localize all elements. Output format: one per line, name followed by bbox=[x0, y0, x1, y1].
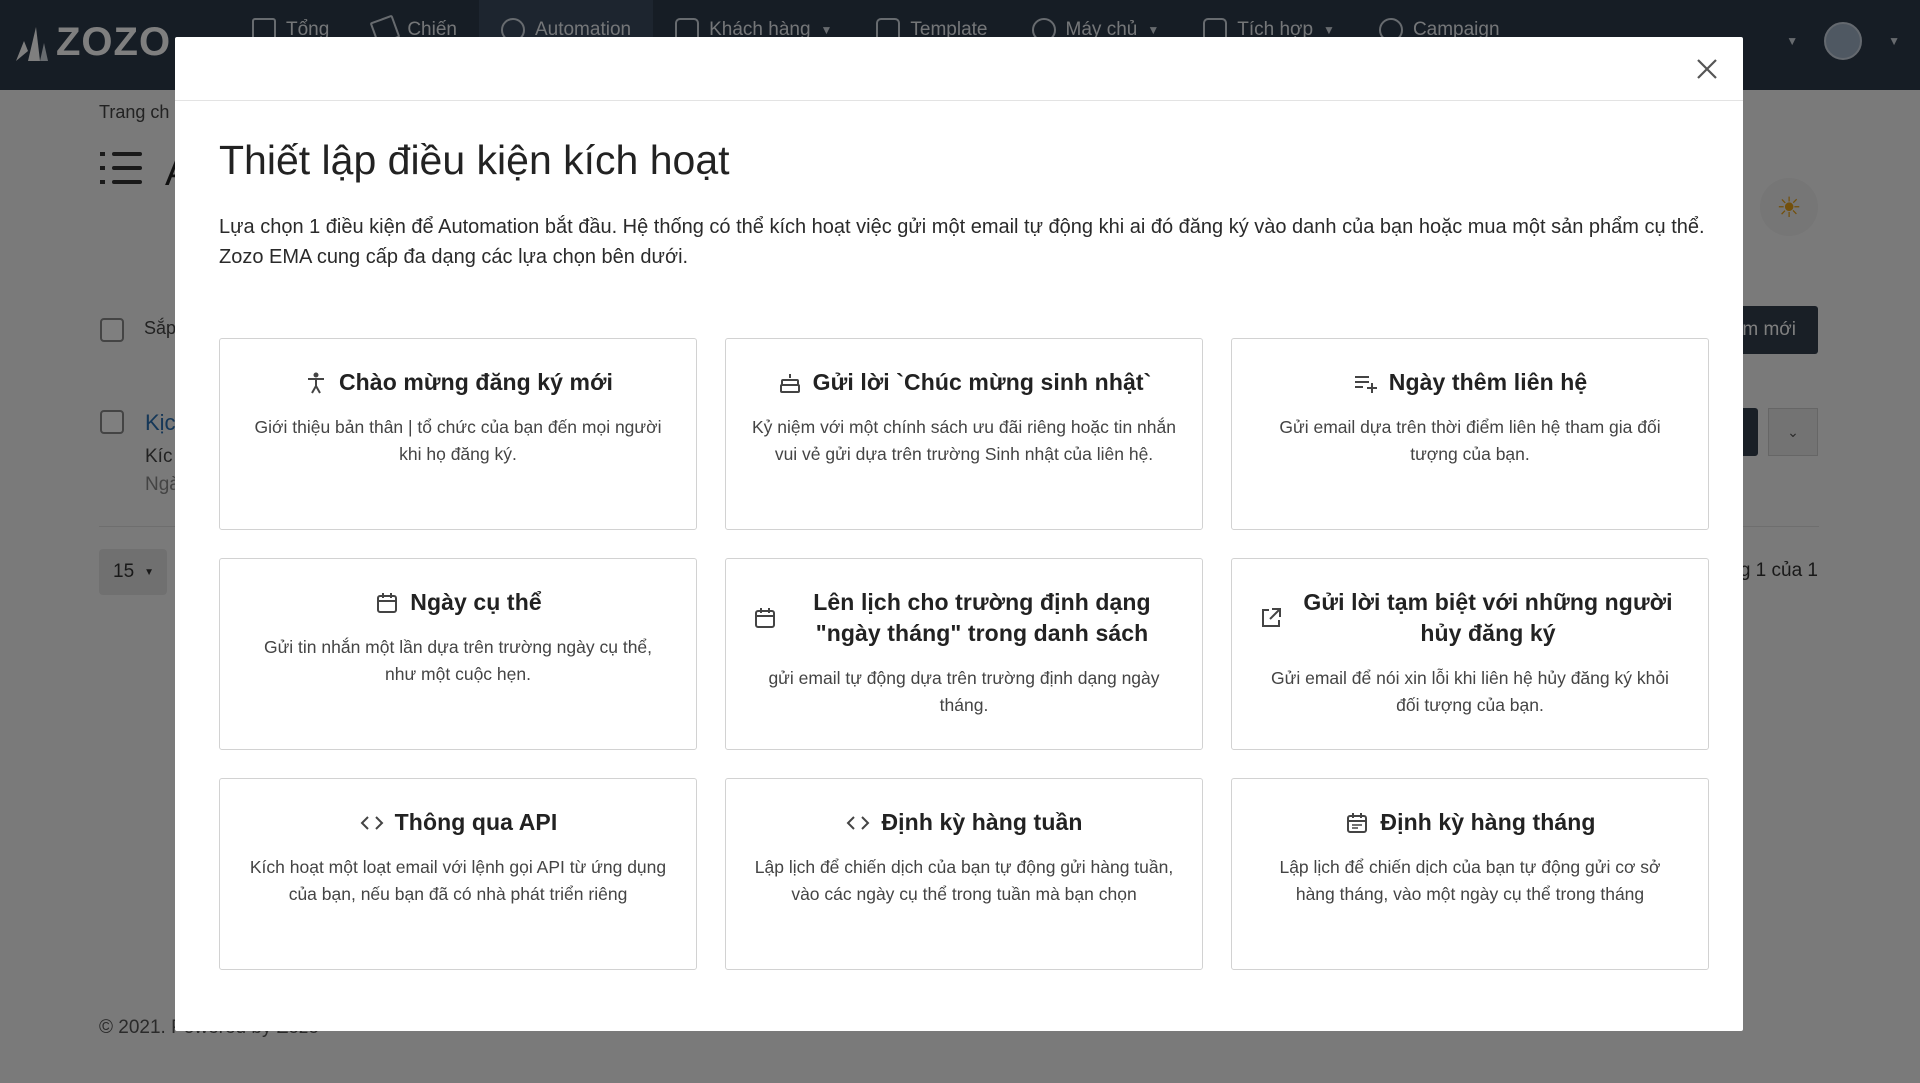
option-description: gửi email tự động dựa trên trường định d… bbox=[768, 668, 1160, 715]
option-description: Lập lịch để chiến dịch của bạn tự động g… bbox=[1279, 857, 1661, 904]
modal-title: Thiết lập điều kiện kích hoạt bbox=[219, 137, 730, 183]
playlist-add-icon bbox=[1353, 370, 1379, 396]
external-link-icon bbox=[1258, 605, 1284, 631]
trigger-option-specific-date[interactable]: Ngày cụ thể Gửi tin nhắn một lần dựa trê… bbox=[219, 558, 697, 750]
calendar-icon bbox=[752, 605, 778, 631]
code-icon bbox=[845, 810, 871, 836]
trigger-option-date-field-schedule[interactable]: Lên lịch cho trường định dạng "ngày thán… bbox=[725, 558, 1203, 750]
modal-description: Lựa chọn 1 điều kiện để Automation bắt đ… bbox=[219, 216, 1705, 268]
trigger-option-monthly[interactable]: Định kỳ hàng tháng Lập lịch để chiến dịc… bbox=[1231, 778, 1709, 970]
option-description: Gửi email dựa trên thời điểm liên hệ tha… bbox=[1279, 417, 1661, 464]
option-description: Lập lịch để chiến dịch của bạn tự động g… bbox=[754, 857, 1174, 904]
option-description: Kỷ niệm với một chính sách ưu đãi riêng … bbox=[752, 417, 1176, 464]
option-title: Định kỳ hàng tháng bbox=[1380, 809, 1596, 835]
calendar-icon bbox=[1344, 810, 1370, 836]
option-description: Giới thiệu bản thân | tổ chức của bạn đế… bbox=[254, 417, 662, 464]
option-title: Ngày cụ thể bbox=[410, 589, 542, 615]
modal-header bbox=[175, 37, 1743, 101]
option-title: Ngày thêm liên hệ bbox=[1388, 369, 1588, 395]
trigger-options-grid: Chào mừng đăng ký mới Giới thiệu bản thâ… bbox=[219, 338, 1709, 970]
cake-icon bbox=[777, 370, 803, 396]
option-description: Gửi email để nói xin lỗi khi liên hệ hủy… bbox=[1271, 668, 1669, 715]
option-title: Gửi lời `Chúc mừng sinh nhật` bbox=[812, 369, 1152, 395]
close-button[interactable] bbox=[1689, 51, 1725, 87]
trigger-option-api[interactable]: Thông qua API Kích hoạt một loạt email v… bbox=[219, 778, 697, 970]
option-title: Định kỳ hàng tuần bbox=[881, 809, 1083, 835]
code-icon bbox=[359, 810, 385, 836]
option-description: Gửi tin nhắn một lần dựa trên trường ngà… bbox=[263, 637, 653, 684]
trigger-option-welcome[interactable]: Chào mừng đăng ký mới Giới thiệu bản thâ… bbox=[219, 338, 697, 530]
trigger-option-weekly[interactable]: Định kỳ hàng tuần Lập lịch để chiến dịch… bbox=[725, 778, 1203, 970]
trigger-option-unsubscribe-goodbye[interactable]: Gửi lời tạm biệt với những người hủy đăn… bbox=[1231, 558, 1709, 750]
option-title: Lên lịch cho trường định dạng "ngày thán… bbox=[813, 589, 1151, 646]
trigger-option-contact-added-date[interactable]: Ngày thêm liên hệ Gửi email dựa trên thờ… bbox=[1231, 338, 1709, 530]
option-title: Chào mừng đăng ký mới bbox=[338, 369, 614, 395]
close-icon bbox=[1697, 59, 1717, 79]
trigger-condition-modal: Thiết lập điều kiện kích hoạt Lựa chọn 1… bbox=[175, 37, 1743, 1031]
option-title: Thông qua API bbox=[394, 809, 558, 835]
option-title: Gửi lời tạm biệt với những người hủy đăn… bbox=[1303, 589, 1673, 646]
trigger-option-birthday[interactable]: Gửi lời `Chúc mừng sinh nhật` Kỷ niệm vớ… bbox=[725, 338, 1203, 530]
option-description: Kích hoạt một loạt email với lệnh gọi AP… bbox=[249, 857, 667, 904]
person-icon bbox=[303, 370, 329, 396]
calendar-icon bbox=[374, 590, 400, 616]
